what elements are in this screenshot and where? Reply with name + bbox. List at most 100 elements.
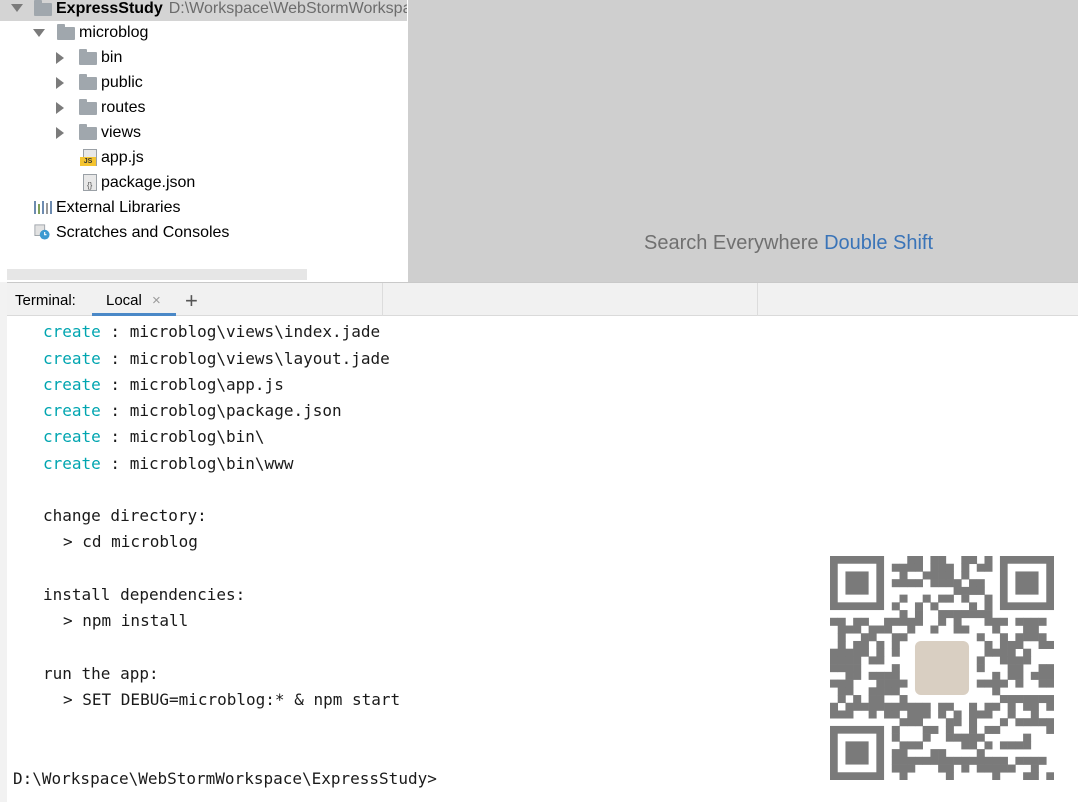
qr-module: [860, 617, 869, 626]
qr-module: [992, 772, 1001, 780]
tree-root-path: D:\Workspace\WebStormWorkspace: [168, 0, 407, 17]
qr-module: [976, 563, 985, 572]
qr-module: [914, 741, 923, 750]
qr-module: [884, 625, 893, 634]
qr-module: [922, 594, 931, 603]
qr-module: [837, 664, 846, 673]
qr-module: [1038, 679, 1047, 688]
qr-module: [1030, 764, 1039, 773]
qr-module: [930, 756, 939, 765]
chevron-down-icon[interactable]: [33, 29, 45, 37]
create-keyword: create: [43, 427, 101, 446]
add-tab-button[interactable]: +: [185, 288, 198, 314]
qr-module: [976, 633, 985, 642]
tree-item-package-json[interactable]: {} package.json: [0, 170, 400, 195]
qr-module: [845, 687, 854, 696]
qr-module: [914, 563, 923, 572]
search-everywhere-hint: Search Everywhere Double Shift: [644, 232, 933, 255]
qr-module: [945, 733, 954, 742]
qr-module: [984, 648, 993, 657]
qr-module: [938, 594, 947, 603]
qr-module: [961, 733, 970, 742]
qr-module: [930, 749, 939, 758]
qr-module: [899, 563, 908, 572]
qr-module: [1038, 718, 1047, 727]
close-icon[interactable]: ×: [152, 292, 161, 309]
qr-module: [922, 710, 931, 719]
tree-item-external-libraries[interactable]: External Libraries: [0, 195, 400, 220]
tree-item-routes[interactable]: routes: [0, 95, 400, 120]
chevron-right-icon[interactable]: [56, 77, 64, 89]
qr-module: [914, 756, 923, 765]
qr-module: [961, 764, 970, 773]
qr-module: [1038, 756, 1047, 765]
qr-module: [914, 617, 923, 626]
qr-module: [853, 625, 862, 634]
tree-item-microblog[interactable]: microblog: [0, 20, 400, 45]
qr-module: [914, 710, 923, 719]
qr-module: [1007, 648, 1016, 657]
qr-module: [907, 563, 916, 572]
qr-module: [1007, 695, 1016, 704]
qr-module: [992, 679, 1001, 688]
qr-module: [945, 594, 954, 603]
qr-module: [930, 625, 939, 634]
qr-module: [953, 718, 962, 727]
qr-module: [969, 733, 978, 742]
qr-module: [876, 687, 885, 696]
qr-module: [969, 602, 978, 611]
js-file-icon: JS: [80, 149, 97, 166]
chevron-down-icon[interactable]: [11, 4, 23, 12]
qr-module: [938, 702, 947, 711]
qr-module: [1038, 633, 1047, 642]
qr-module: [938, 579, 947, 588]
qr-module: [930, 579, 939, 588]
qr-module: [976, 756, 985, 765]
qr-module: [961, 610, 970, 619]
qr-module: [976, 749, 985, 758]
qr-module: [1015, 656, 1024, 665]
qr-module: [1038, 640, 1047, 649]
qr-module: [853, 648, 862, 657]
tree-item-scratches[interactable]: Scratches and Consoles: [0, 220, 400, 245]
run-command: > SET DEBUG=microblog:* & npm start: [63, 690, 401, 709]
qr-module: [961, 563, 970, 572]
qr-module: [945, 772, 954, 780]
tree-item-bin[interactable]: bin: [0, 45, 400, 70]
tree-item-public[interactable]: public: [0, 70, 400, 95]
qr-module: [891, 725, 900, 734]
terminal-prompt[interactable]: D:\Workspace\WebStormWorkspace\ExpressSt…: [13, 769, 437, 788]
qr-module: [899, 718, 908, 727]
qr-module: [891, 702, 900, 711]
qr-module: [999, 617, 1008, 626]
qr-module: [853, 664, 862, 673]
qr-module: [1046, 671, 1054, 680]
qr-module: [899, 741, 908, 750]
qr-module: [930, 602, 939, 611]
qr-module: [1015, 664, 1024, 673]
qr-module: [1030, 617, 1039, 626]
tab-local[interactable]: Local ×: [92, 283, 176, 316]
qr-module: [984, 602, 993, 611]
qr-module: [830, 679, 839, 688]
tree-item-views[interactable]: views: [0, 120, 400, 145]
chevron-right-icon[interactable]: [56, 52, 64, 64]
tree-root-row[interactable]: ExpressStudy D:\Workspace\WebStormWorkspa…: [0, 0, 407, 21]
horizontal-scrollbar[interactable]: [7, 269, 307, 280]
qr-module: [961, 594, 970, 603]
chevron-right-icon[interactable]: [56, 127, 64, 139]
qr-module: [992, 764, 1001, 773]
qr-module: [899, 772, 908, 780]
qr-module: [837, 648, 846, 657]
qr-module: [891, 602, 900, 611]
qr-module: [1030, 718, 1039, 727]
qr-module: [1023, 702, 1032, 711]
chevron-right-icon[interactable]: [56, 102, 64, 114]
tree-item-app-js[interactable]: JS app.js: [0, 145, 400, 170]
qr-module: [891, 671, 900, 680]
qr-module: [891, 733, 900, 742]
create-keyword: create: [43, 349, 101, 368]
qr-module: [969, 756, 978, 765]
qr-module: [1023, 625, 1032, 634]
qr-module: [984, 710, 993, 719]
